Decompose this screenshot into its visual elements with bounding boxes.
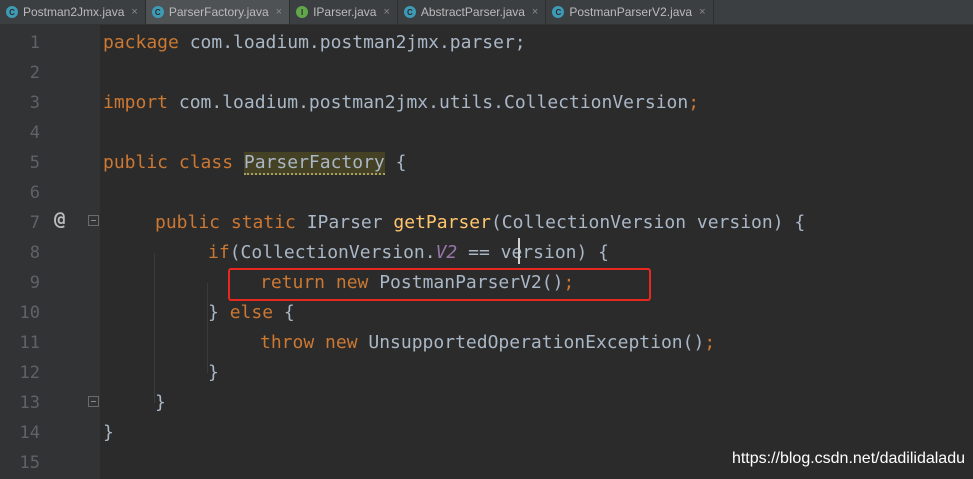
- code-editor[interactable]: package com.loadium.postman2jmx.parser; …: [100, 25, 973, 479]
- class-icon: C: [6, 6, 18, 18]
- line-number: 14: [19, 423, 40, 443]
- line-number: 7: [29, 213, 40, 233]
- close-icon[interactable]: ×: [276, 6, 282, 18]
- code-line-11: throw new UnsupportedOperationException(…: [260, 332, 716, 353]
- editor-tab-bar: C Postman2Jmx.java × C ParserFactory.jav…: [0, 0, 973, 25]
- text-cursor: [518, 238, 520, 264]
- line-number-gutter[interactable]: 1 2 3 4 5 6 7 8 9 10 11 12 13 14 15 @: [0, 25, 100, 479]
- highlight-box: [228, 268, 651, 301]
- line-number: 3: [29, 93, 40, 113]
- line-number: 1: [29, 33, 40, 53]
- tab-parserfactory[interactable]: C ParserFactory.java ×: [145, 0, 291, 24]
- indent-guide: [154, 253, 155, 403]
- code-line-10: } else {: [208, 302, 295, 323]
- line-number: 5: [29, 153, 40, 173]
- close-icon[interactable]: ×: [532, 6, 538, 18]
- code-line-5: public class ParserFactory {: [103, 152, 407, 175]
- fold-open-icon[interactable]: [88, 215, 99, 226]
- code-line-12: }: [208, 362, 219, 383]
- code-line-14: }: [103, 422, 114, 443]
- tab-iparser[interactable]: I IParser.java ×: [290, 0, 398, 24]
- class-name-highlight: ParserFactory: [243, 152, 385, 175]
- abstract-class-icon: C: [403, 6, 416, 18]
- class-icon: C: [151, 6, 164, 18]
- line-number: 10: [19, 303, 40, 323]
- tab-label: PostmanParserV2.java: [569, 5, 693, 19]
- line-number: 11: [19, 333, 40, 353]
- class-icon: C: [552, 6, 565, 18]
- tab-postman2jmx[interactable]: C Postman2Jmx.java ×: [0, 0, 146, 24]
- tab-label: Postman2Jmx.java: [23, 5, 125, 19]
- tab-abstractparser[interactable]: C AbstractParser.java ×: [398, 0, 547, 24]
- line-number: 2: [29, 63, 40, 83]
- code-line-8: if(CollectionVersion.V2 == version) {: [208, 242, 609, 263]
- line-number: 6: [29, 183, 40, 203]
- code-line-1: package com.loadium.postman2jmx.parser;: [103, 32, 526, 53]
- code-line-3: import com.loadium.postman2jmx.utils.Col…: [103, 92, 700, 113]
- close-icon[interactable]: ×: [699, 6, 705, 18]
- interface-icon: I: [296, 6, 309, 18]
- tab-postmanparserv2[interactable]: C PostmanParserV2.java ×: [546, 0, 714, 24]
- tab-label: ParserFactory.java: [168, 5, 269, 19]
- tab-label: IParser.java: [313, 5, 377, 19]
- line-number: 13: [19, 393, 40, 413]
- code-line-7: public static IParser getParser(Collecti…: [155, 212, 806, 233]
- line-number: 9: [29, 273, 40, 293]
- fold-close-icon[interactable]: [88, 396, 99, 407]
- line-number: 15: [19, 453, 40, 473]
- close-icon[interactable]: ×: [383, 6, 389, 18]
- override-marker-icon[interactable]: @: [54, 208, 65, 230]
- watermark: https://blog.csdn.net/dadilidaladu: [731, 450, 965, 467]
- close-icon[interactable]: ×: [131, 6, 137, 18]
- line-number: 12: [19, 363, 40, 383]
- line-number: 4: [29, 123, 40, 143]
- code-line-13: }: [155, 392, 166, 413]
- line-number: 8: [29, 243, 40, 263]
- tab-label: AbstractParser.java: [420, 5, 525, 19]
